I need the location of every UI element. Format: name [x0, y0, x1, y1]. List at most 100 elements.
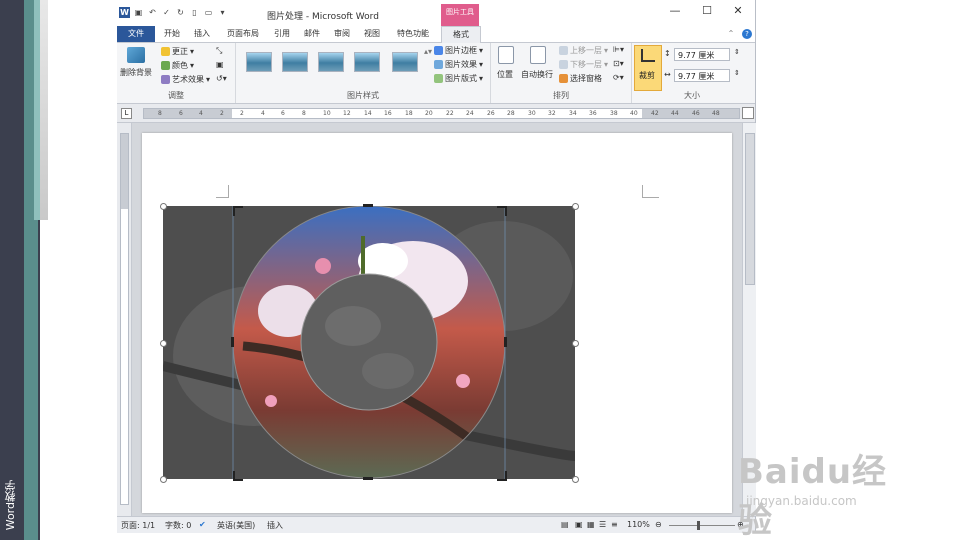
redo-icon[interactable]: ↻ — [175, 7, 186, 18]
vertical-ruler[interactable] — [117, 123, 132, 516]
reset-picture-icon[interactable]: ↺▾ — [216, 74, 227, 83]
position-button[interactable]: 位置 — [497, 69, 513, 80]
print-layout-view-icon[interactable]: ▤ — [561, 520, 569, 529]
tab-references[interactable]: 引用 — [269, 26, 295, 42]
crop-handle-ne[interactable] — [497, 206, 507, 216]
tab-mailings[interactable]: 邮件 — [299, 26, 325, 42]
crop-button[interactable]: 裁剪 — [634, 45, 662, 91]
save-icon[interactable]: ▣ — [133, 7, 144, 18]
picture-style-thumb-5[interactable] — [392, 52, 418, 72]
tab-page-layout[interactable]: 页面布局 — [221, 26, 265, 42]
full-screen-view-icon[interactable]: ▣ — [575, 520, 583, 529]
language-indicator[interactable]: 英语(美国) — [217, 520, 255, 531]
compress-icon[interactable]: ⤡ — [216, 46, 222, 56]
picture-layout-button[interactable]: 图片版式 ▾ — [434, 73, 483, 84]
picture-style-thumb-2[interactable] — [282, 52, 308, 72]
ribbon-collapse-icon[interactable]: ⌃ — [725, 26, 737, 42]
picture-border-button[interactable]: 图片边框 ▾ — [434, 45, 483, 56]
picture-style-thumb-3[interactable] — [318, 52, 344, 72]
height-spinner-icon[interactable]: ⇕ — [734, 48, 740, 56]
picture-style-thumb-4[interactable] — [354, 52, 380, 72]
height-field[interactable]: 9.77 厘米 — [674, 48, 730, 61]
crop-handle-se[interactable] — [497, 471, 507, 481]
qat-dropdown-icon[interactable]: ▾ — [217, 7, 228, 18]
crop-handle-n[interactable] — [363, 204, 373, 207]
check-icon[interactable]: ✓ — [161, 7, 172, 18]
vertical-ruler-track — [120, 133, 129, 505]
bring-forward-label: 上移一层 — [570, 46, 602, 55]
crop-handle-sw[interactable] — [233, 471, 243, 481]
crop-handle-w[interactable] — [231, 337, 234, 347]
word-count[interactable]: 字数: 0 — [165, 520, 191, 531]
corrections-button[interactable]: 更正 ▾ — [161, 46, 194, 57]
proofing-icon[interactable]: ✔ — [199, 520, 206, 529]
status-bar: 页面: 1/1 字数: 0 ✔ 英语(美国) 插入 ▤ ▣ ▦ ☰ ≡ 110%… — [117, 516, 755, 533]
resize-handle-ne[interactable] — [572, 203, 579, 210]
bring-forward-button[interactable]: 上移一层 ▾ — [559, 45, 608, 56]
color-button[interactable]: 颜色 ▾ — [161, 60, 194, 71]
document-page[interactable] — [142, 133, 732, 513]
zoom-level[interactable]: 110% — [627, 520, 650, 529]
outline-view-icon[interactable]: ☰ — [599, 520, 606, 529]
width-spinner-icon[interactable]: ⇕ — [734, 69, 740, 77]
align-icon[interactable]: ⊫▾ — [613, 45, 624, 54]
ruler-tick-label: 18 — [405, 110, 413, 117]
tab-insert[interactable]: 插入 — [189, 26, 215, 42]
ruler-toggle-icon[interactable] — [742, 107, 754, 119]
minimize-button[interactable]: — — [665, 4, 685, 17]
crop-icon — [641, 49, 655, 62]
web-layout-view-icon[interactable]: ▦ — [587, 520, 595, 529]
group-objects-icon[interactable]: ⊡▾ — [613, 59, 624, 68]
resize-handle-w[interactable] — [160, 340, 167, 347]
draft-view-icon[interactable]: ≡ — [611, 520, 618, 529]
ruler-tick-label: 24 — [466, 110, 474, 117]
ruler-tick-label: 42 — [651, 110, 659, 117]
vertical-scroll-thumb[interactable] — [745, 133, 755, 285]
quick-access-toolbar: W ▣ ↶ ✓ ↻ ▯ ▭ ▾ — [119, 7, 228, 18]
screenshot-icon[interactable]: ▭ — [203, 7, 214, 18]
help-icon[interactable]: ? — [741, 26, 753, 42]
width-field[interactable]: 9.77 厘米 — [674, 69, 730, 82]
tab-selector-icon[interactable]: L — [121, 108, 132, 119]
tab-review[interactable]: 审阅 — [329, 26, 355, 42]
ruler-tick-label: 28 — [507, 110, 515, 117]
crop-handle-nw[interactable] — [233, 206, 243, 216]
new-doc-icon[interactable]: ▯ — [189, 7, 200, 18]
zoom-slider[interactable] — [669, 525, 735, 526]
resize-handle-se[interactable] — [572, 476, 579, 483]
tab-view[interactable]: 视图 — [359, 26, 385, 42]
zoom-out-icon[interactable]: ⊖ — [655, 520, 662, 529]
word-logo-icon[interactable]: W — [119, 7, 130, 18]
ruler-tick-label: 22 — [446, 110, 454, 117]
picture-style-thumb-1[interactable] — [246, 52, 272, 72]
zoom-slider-thumb[interactable] — [697, 521, 700, 530]
remove-background-button[interactable]: 删除背景 — [120, 67, 152, 78]
selection-pane-button[interactable]: 选择窗格 — [559, 73, 602, 84]
tab-file[interactable]: 文件 — [117, 26, 155, 42]
picture-border-icon — [434, 46, 443, 55]
page-count[interactable]: 页面: 1/1 — [121, 520, 155, 531]
tab-format[interactable]: 格式 — [441, 26, 481, 43]
crop-handle-e[interactable] — [504, 337, 507, 347]
resize-handle-e[interactable] — [572, 340, 579, 347]
wrap-text-button[interactable]: 自动换行 — [521, 69, 553, 80]
tab-special[interactable]: 特色功能 — [391, 26, 435, 42]
horizontal-ruler[interactable]: L 8 6 4 2 2 4 6 8 10 12 14 16 18 20 22 24 26 28 30 32 34 36 38… — [117, 104, 755, 123]
rotate-icon[interactable]: ⟳▾ — [613, 73, 624, 82]
resize-handle-nw[interactable] — [160, 203, 167, 210]
resize-handle-sw[interactable] — [160, 476, 167, 483]
restore-button[interactable]: ☐ — [697, 4, 717, 17]
crop-handle-s[interactable] — [363, 477, 373, 480]
selected-picture[interactable] — [160, 203, 579, 483]
corrections-label: 更正 — [172, 47, 188, 56]
send-backward-button[interactable]: 下移一层 ▾ — [559, 59, 608, 70]
document-area[interactable] — [132, 123, 742, 516]
undo-icon[interactable]: ↶ — [147, 7, 158, 18]
insert-mode[interactable]: 插入 — [267, 520, 283, 531]
change-picture-icon[interactable]: ▣ — [216, 60, 224, 69]
picture-effects-button[interactable]: 图片效果 ▾ — [434, 59, 483, 70]
close-button[interactable]: ✕ — [728, 4, 748, 17]
artistic-effects-button[interactable]: 艺术效果 ▾ — [161, 74, 210, 85]
tab-home[interactable]: 开始 — [159, 26, 185, 42]
styles-scroll-icon[interactable]: ▴▾ — [424, 47, 432, 56]
